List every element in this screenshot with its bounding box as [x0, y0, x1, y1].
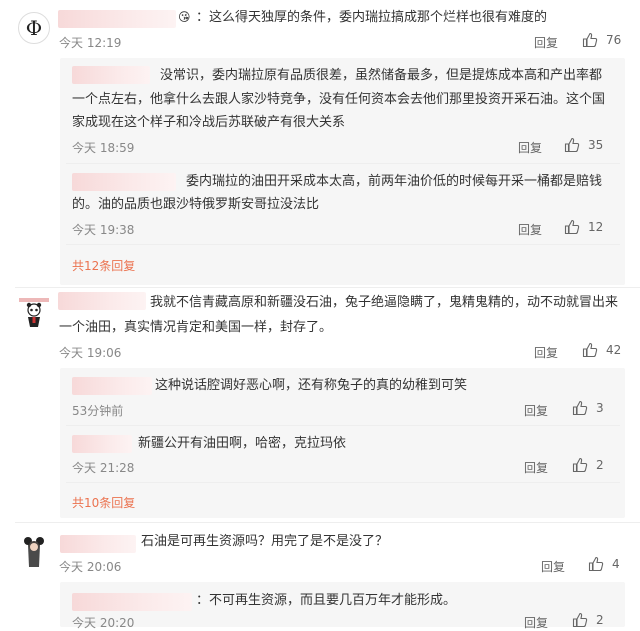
username[interactable] — [72, 66, 150, 84]
reply-button[interactable]: 回复 — [534, 34, 558, 51]
username[interactable] — [72, 593, 192, 611]
like-button[interactable]: 42 — [582, 342, 621, 358]
comment-text: 我就不信青藏高原和新疆没石油，兔子绝逼隐瞒了，鬼精鬼精的，动不动就冒出来 — [150, 295, 619, 310]
view-more-replies[interactable]: 共10条回复 — [72, 494, 135, 511]
like-button[interactable]: 2 — [572, 612, 604, 628]
comment-text: 没常识，委内瑞拉原有品质很差，虽然储备最多，但是提炼成本高和产出率都 — [160, 68, 603, 83]
divider — [66, 244, 620, 245]
comment-text: 的。油的品质也跟沙特俄罗斯安哥拉没法比 — [72, 197, 320, 212]
reply-button[interactable]: 回复 — [534, 344, 558, 361]
avatar[interactable] — [18, 533, 50, 567]
comment-text: 新疆公开有油田啊，哈密，克拉玛依 — [138, 436, 347, 451]
divider — [66, 163, 620, 164]
divider — [15, 522, 640, 523]
like-count: 4 — [612, 557, 620, 571]
like-button[interactable]: 3 — [572, 400, 604, 416]
thumbs-up-icon — [572, 457, 588, 473]
like-count: 3 — [596, 401, 604, 415]
thumbs-up-icon — [572, 612, 588, 628]
reply-button[interactable]: 回复 — [518, 221, 542, 238]
like-button[interactable]: 12 — [564, 219, 603, 235]
view-more-replies[interactable]: 共12条回复 — [72, 257, 135, 274]
comment-time: 今天 20:20 — [72, 616, 135, 630]
like-count: 76 — [606, 33, 622, 47]
reply-button[interactable]: 回复 — [541, 558, 565, 575]
reply-button[interactable]: 回复 — [518, 139, 542, 156]
comment-time: 今天 18:59 — [72, 141, 135, 155]
divider — [66, 425, 620, 426]
comment-text: 家成现在这个样子和冷战后苏联破产有很大关系 — [72, 115, 346, 130]
avatar-panda-icon — [19, 298, 49, 327]
avatar-logo-icon: Φ — [26, 16, 42, 40]
comment-time: 今天 19:38 — [72, 223, 135, 237]
like-button[interactable]: 76 — [582, 32, 621, 48]
like-count: 12 — [588, 220, 604, 234]
svg-text:Φ: Φ — [26, 16, 42, 40]
comment-time: 今天 21:28 — [72, 461, 135, 475]
reply-button[interactable]: 回复 — [524, 614, 548, 631]
reply-button[interactable]: 回复 — [524, 459, 548, 476]
username[interactable] — [72, 377, 152, 395]
like-count: 2 — [596, 613, 604, 627]
username[interactable] — [72, 173, 176, 191]
like-count: 35 — [588, 138, 604, 152]
comment-time: 今天 19:06 — [59, 346, 122, 360]
comment-text: ：这么得天独厚的条件，委内瑞拉搞成那个烂样也很有难度的 — [196, 10, 548, 25]
thumbs-up-icon — [588, 556, 604, 572]
comment-text: 一个点左右，他拿什么去跟人家沙特竞争，没有任何资本会去他们那里投资开采石油。这个… — [72, 92, 606, 107]
username[interactable] — [58, 292, 146, 310]
thumbs-up-icon — [582, 342, 598, 358]
username[interactable] — [60, 535, 136, 553]
avatar[interactable]: Φ — [18, 12, 50, 44]
divider — [66, 482, 620, 483]
comment-time: 今天 20:06 — [59, 560, 122, 574]
comment-time: 今天 12:19 — [59, 36, 122, 50]
like-button[interactable]: 4 — [588, 556, 620, 572]
like-count: 2 — [596, 458, 604, 472]
avatar[interactable] — [17, 296, 51, 330]
emoji-icon: 😘 — [178, 10, 191, 24]
comment-text: 这种说话腔调好恶心啊，还有称兔子的真的幼稚到可笑 — [155, 378, 468, 393]
like-button[interactable]: 35 — [564, 137, 603, 153]
thumbs-up-icon — [582, 32, 598, 48]
comment-text: 石油是可再生资源吗？用完了是不是没了？ — [141, 534, 389, 549]
like-button[interactable]: 2 — [572, 457, 604, 473]
username[interactable] — [72, 435, 132, 453]
thumbs-up-icon — [564, 137, 580, 153]
comment-text: 委内瑞拉的油田开采成本太高，前两年油价低的时候每开采一桶都是赔钱 — [186, 174, 603, 189]
avatar-photo-icon — [24, 537, 44, 567]
thumbs-up-icon — [572, 400, 588, 416]
comment-text: 一个油田，真实情况肯定和美国一样，封存了。 — [59, 320, 333, 335]
comment-time: 53分钟前 — [72, 404, 124, 418]
divider — [15, 287, 640, 288]
comment-text: ：不可再生资源，而且要几百万年才能形成。 — [196, 593, 457, 608]
reply-button[interactable]: 回复 — [524, 402, 548, 419]
like-count: 42 — [606, 343, 622, 357]
thumbs-up-icon — [564, 219, 580, 235]
username[interactable] — [58, 10, 176, 28]
